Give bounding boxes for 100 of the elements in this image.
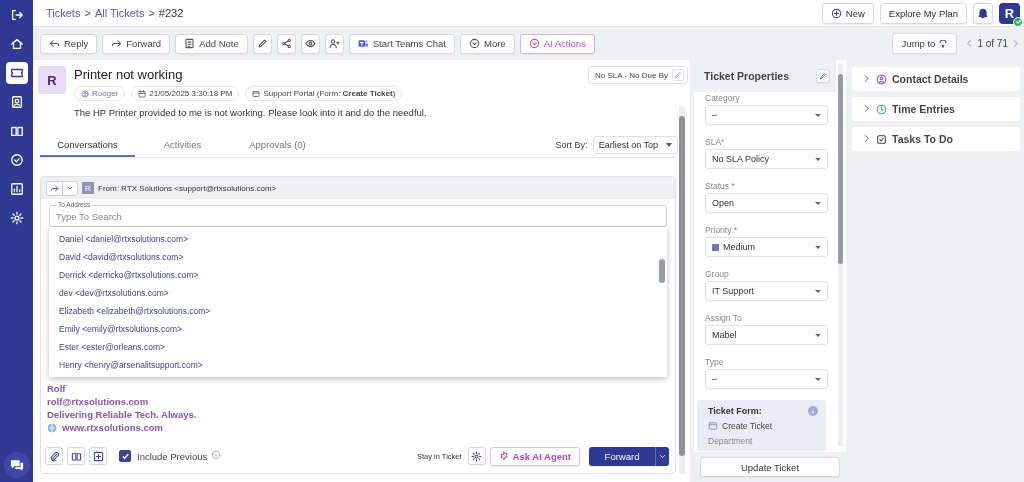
ask-ai-agent-button[interactable]: Ask AI Agent xyxy=(489,446,580,466)
toolbar-button[interactable]: Reply xyxy=(40,33,98,54)
jump-icon xyxy=(939,39,948,48)
signature-website[interactable]: www.rtxsolutions.com xyxy=(62,422,163,433)
eye-icon xyxy=(304,38,316,49)
watch-button[interactable] xyxy=(300,33,320,54)
ticket-form-name: Create Ticket xyxy=(722,421,773,431)
breadcrumb-link[interactable]: Tickets xyxy=(46,7,81,19)
window-icon xyxy=(252,89,261,98)
scrollbar[interactable] xyxy=(838,64,843,446)
ticket-icon xyxy=(9,66,24,80)
reply-mode-split-button[interactable] xyxy=(46,180,78,196)
suggestion-option[interactable]: Emily <emily@rtxsolutions.com> xyxy=(49,320,667,338)
select-field[interactable]: – xyxy=(705,105,828,125)
from-text: From: RTX Solutions <support@rtxsolutions.com> xyxy=(98,183,277,193)
person-icon xyxy=(81,89,89,98)
note-icon xyxy=(184,38,196,49)
home-icon xyxy=(9,37,24,51)
toolbar-button[interactable]: Start Teams Chat xyxy=(348,33,455,54)
toolbar-button[interactable]: Add Note xyxy=(175,33,248,54)
scrollbar[interactable] xyxy=(679,106,685,474)
requester-avatar: R xyxy=(38,66,66,94)
tab[interactable]: Activities xyxy=(135,133,230,157)
field-label: Type xyxy=(705,356,725,369)
forward-button[interactable]: Forward xyxy=(589,446,655,466)
globe-icon xyxy=(47,422,57,433)
notifications-button[interactable] xyxy=(973,2,993,24)
ticket-title: Printer not working xyxy=(74,67,184,82)
checkbox-label: Include Previous xyxy=(137,450,208,462)
user-avatar[interactable]: R xyxy=(999,2,1020,24)
tab[interactable]: Approvals (0) xyxy=(230,133,325,157)
ai-actions-button[interactable]: AI Actions xyxy=(519,33,595,54)
chart-icon xyxy=(9,182,24,196)
forward-arrow-icon xyxy=(111,38,123,49)
suggestion-option[interactable]: Elizabeth <elizabeth@rtxsolutions.com> xyxy=(49,302,667,320)
select-field[interactable]: Medium xyxy=(705,237,828,257)
form-icon xyxy=(708,421,718,431)
pager-text: 1 of 71 xyxy=(977,38,1008,49)
new-button[interactable]: New xyxy=(821,2,874,24)
select-field[interactable]: IT Support xyxy=(705,281,828,301)
field-label: Department xyxy=(708,436,754,447)
contact-card-icon xyxy=(9,95,24,109)
select-field[interactable]: No SLA Policy xyxy=(705,149,828,169)
suggestion-option[interactable]: dev <dev@rtxsolutions.com> xyxy=(49,284,667,302)
settings-button[interactable] xyxy=(467,447,486,465)
chat-button[interactable] xyxy=(3,452,30,478)
tab[interactable]: Conversations xyxy=(40,133,135,157)
field-label: Category xyxy=(705,92,741,105)
logout-icon xyxy=(9,8,24,22)
check-circle-icon xyxy=(9,153,24,167)
edit-button[interactable] xyxy=(816,69,830,83)
add-square-icon xyxy=(92,450,104,462)
explore-plan-button[interactable]: Explore My Plan xyxy=(879,2,967,24)
sparkle-icon xyxy=(498,451,509,461)
signature-name: Rolf xyxy=(47,383,67,394)
insert-button[interactable] xyxy=(89,447,107,465)
bell-icon xyxy=(977,7,989,19)
calendar-icon xyxy=(138,89,147,98)
edit-button[interactable] xyxy=(252,33,272,54)
chevron-circle-icon xyxy=(469,38,480,49)
knowledge-button[interactable] xyxy=(67,447,85,465)
sort-select[interactable]: Earliest on Top xyxy=(592,136,678,154)
jump-to-button[interactable]: Jump to xyxy=(891,33,958,54)
select-field[interactable]: – xyxy=(705,369,828,389)
contact-icon xyxy=(876,73,887,85)
send-options-button[interactable] xyxy=(655,446,669,466)
select-field[interactable]: Mabel xyxy=(705,325,828,345)
attach-button[interactable] xyxy=(45,447,63,465)
sort-label: Sort By: xyxy=(555,140,588,150)
breadcrumb-separator: > xyxy=(148,7,155,19)
book-icon xyxy=(70,450,82,462)
suggestion-option[interactable]: Daniel <daniel@rtxsolutions.com> xyxy=(49,230,667,248)
plus-circle-icon xyxy=(830,7,842,19)
toolbar-button[interactable]: Forward xyxy=(102,33,171,54)
collapsible-card[interactable]: Time Entries xyxy=(852,97,1020,121)
suggestion-option[interactable]: David <david@rtxsolutions.com> xyxy=(49,248,667,266)
toolbar-button[interactable]: More xyxy=(460,33,515,54)
chat-icon xyxy=(9,458,24,472)
update-ticket-button[interactable]: Update Ticket xyxy=(700,457,840,477)
info-icon xyxy=(211,450,222,460)
teams-icon xyxy=(357,38,369,49)
add-user-button[interactable] xyxy=(324,33,344,54)
select-field[interactable]: Open xyxy=(705,193,828,213)
collapsible-card[interactable]: Tasks To Do xyxy=(852,127,1020,151)
field-label: SLA* xyxy=(705,136,726,149)
breadcrumb-link[interactable]: All Tickets xyxy=(94,7,145,19)
field-label: Group xyxy=(705,268,730,281)
suggestion-option[interactable]: Ester <ester@orleans.com> xyxy=(49,338,667,356)
pencil-icon xyxy=(819,72,827,80)
panel-title: Ticket Properties xyxy=(704,70,789,82)
include-previous-checkbox[interactable] xyxy=(119,450,131,462)
sidebar-item[interactable] xyxy=(5,62,28,84)
breadcrumb-separator: > xyxy=(84,7,91,19)
suggestion-option[interactable]: Derrick <derricko@rtxsolutions.com> xyxy=(49,266,667,284)
collapsible-card[interactable]: Contact Details xyxy=(852,67,1020,91)
share-button[interactable] xyxy=(276,33,296,54)
book-icon xyxy=(9,124,24,138)
clock-icon xyxy=(876,103,887,115)
suggestion-option[interactable]: Henry <henry@arsenalitsupport.com> xyxy=(49,356,667,374)
sla-chip[interactable]: No SLA - No Due By xyxy=(588,66,688,84)
